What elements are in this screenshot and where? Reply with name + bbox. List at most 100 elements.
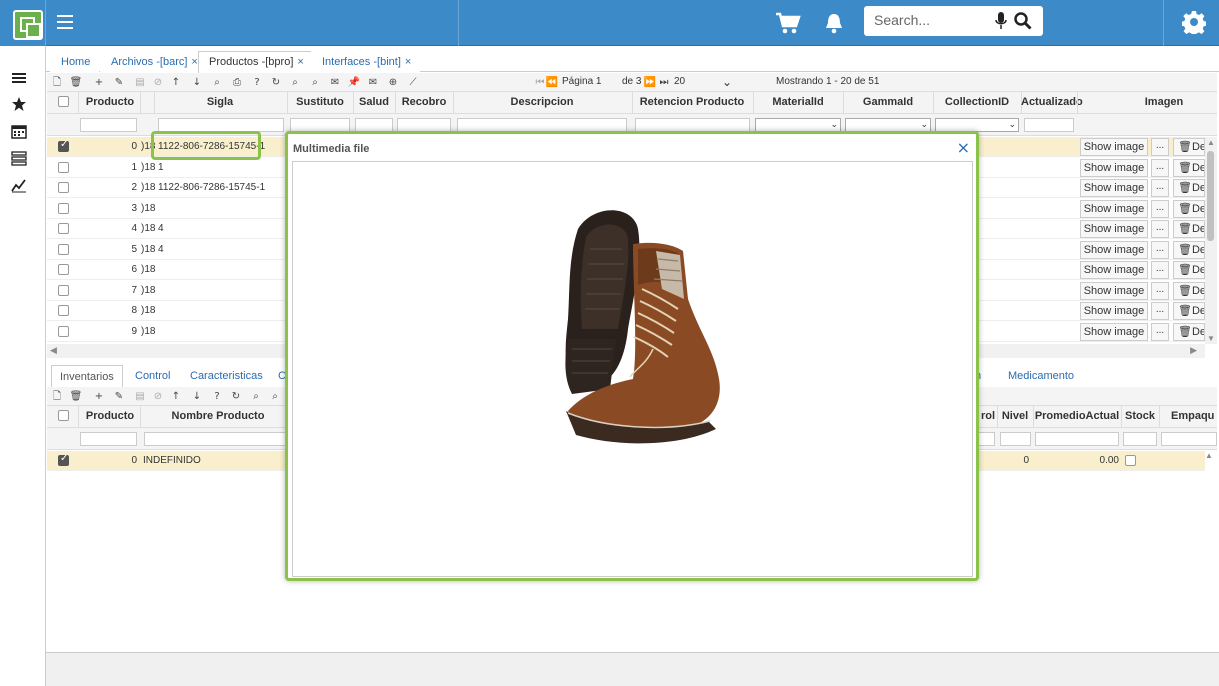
show-image-button[interactable]: Show image	[1080, 179, 1148, 197]
delete-image-button[interactable]: 🗑De	[1173, 220, 1205, 238]
close-icon[interactable]: ×	[405, 56, 411, 68]
col-control-partial[interactable]: rol	[979, 410, 997, 422]
tab-interfaces[interactable]: Interfaces -[bint] ×	[311, 51, 421, 73]
col-recobro[interactable]: Recobro	[395, 96, 453, 108]
tab-archivos[interactable]: Archivos -[barc] ×	[100, 51, 207, 73]
filter-producto[interactable]	[80, 432, 137, 446]
delete-image-button[interactable]: 🗑De	[1173, 158, 1205, 177]
delete-image-button[interactable]: 🗑De	[1173, 240, 1205, 259]
select-all-checkbox[interactable]	[58, 96, 69, 107]
col-promedio-actual[interactable]: PromedioActual	[1033, 410, 1121, 422]
filter-gammaid[interactable]: ⌄	[845, 118, 931, 132]
mail-icon[interactable]: ✉	[366, 76, 380, 89]
close-icon[interactable]: ×	[297, 56, 303, 68]
stock-checkbox[interactable]	[1125, 455, 1136, 466]
scroll-left-icon[interactable]: ◀	[50, 345, 57, 356]
filter-retencion[interactable]	[635, 118, 750, 132]
filter-sustituto[interactable]	[290, 118, 350, 132]
resize-icon[interactable]: ⟋	[406, 76, 420, 89]
filter-promedio[interactable]	[1035, 432, 1119, 446]
more-options-button[interactable]: ...	[1151, 240, 1169, 259]
calendar-icon[interactable]	[11, 123, 27, 139]
col-gammaid[interactable]: GammaId	[843, 96, 933, 108]
new-record-icon[interactable]: 🗋	[50, 76, 64, 89]
close-icon[interactable]: ×	[191, 56, 197, 68]
help-icon[interactable]: ?	[250, 76, 264, 89]
filter-collectionid[interactable]: ⌄	[935, 118, 1019, 132]
delete-image-button[interactable]: 🗑De	[1173, 281, 1205, 300]
filter-materialid[interactable]: ⌄	[755, 118, 841, 132]
pin-icon[interactable]: 📌	[347, 76, 361, 89]
add-icon[interactable]: +	[92, 76, 106, 89]
row-checkbox[interactable]	[58, 182, 69, 193]
filter-nivel[interactable]	[1000, 432, 1031, 446]
filter-recobro[interactable]	[397, 118, 451, 132]
arrow-down-icon[interactable]: ↓	[190, 390, 204, 403]
refresh-icon[interactable]: ↻	[229, 390, 243, 403]
row-checkbox[interactable]	[58, 161, 69, 173]
more-options-button[interactable]: ...	[1151, 158, 1169, 177]
show-image-button[interactable]: Show image	[1080, 199, 1148, 218]
filter-nombre[interactable]	[144, 432, 289, 446]
row-checkbox[interactable]	[58, 284, 69, 296]
filter-control[interactable]	[977, 432, 995, 446]
more-options-button[interactable]: ...	[1151, 302, 1169, 320]
show-image-button[interactable]: Show image	[1080, 281, 1148, 300]
row-checkbox[interactable]	[58, 264, 69, 275]
arrow-up-icon[interactable]: ↑	[169, 76, 183, 89]
show-image-button[interactable]: Show image	[1080, 240, 1148, 259]
app-logo[interactable]	[13, 10, 43, 40]
edit-icon[interactable]: ✎	[112, 390, 126, 403]
show-image-button[interactable]: Show image	[1080, 158, 1148, 177]
filter-descripcion[interactable]	[457, 118, 627, 132]
scroll-up-icon[interactable]: ▲	[1205, 451, 1213, 460]
add-circle-icon[interactable]: ⊕	[386, 76, 400, 89]
scroll-right-icon[interactable]: ▶	[1190, 345, 1197, 356]
row-checkbox[interactable]	[58, 325, 69, 337]
find-icon[interactable]: ⌕	[210, 76, 224, 89]
zoom-in-icon[interactable]: ⌕	[249, 390, 263, 403]
prev-page-icon[interactable]: ⏪	[545, 76, 559, 89]
delete-image-button[interactable]: 🗑De	[1173, 302, 1205, 320]
col-empaque[interactable]: Empaqu	[1159, 410, 1217, 422]
delete-image-button[interactable]: 🗑De	[1173, 179, 1205, 197]
col-stock[interactable]: Stock	[1121, 410, 1159, 422]
filter-stock[interactable]	[1123, 432, 1157, 446]
show-image-button[interactable]: Show image	[1080, 261, 1148, 279]
more-options-button[interactable]: ...	[1151, 179, 1169, 197]
show-image-button[interactable]: Show image	[1080, 302, 1148, 320]
add-icon[interactable]: +	[92, 390, 106, 403]
filter-actualizado[interactable]	[1024, 118, 1074, 132]
col-retencion-producto[interactable]: Retencion Producto	[632, 96, 752, 108]
row-checkbox[interactable]	[58, 305, 69, 316]
col-imagen[interactable]: Imagen	[1117, 96, 1211, 108]
zoom-out-icon[interactable]: ⌕	[268, 390, 282, 403]
more-options-button[interactable]: ...	[1151, 138, 1169, 156]
more-options-button[interactable]: ...	[1151, 261, 1169, 279]
more-options-button[interactable]: ...	[1151, 220, 1169, 238]
cancel-icon[interactable]: ⊘	[151, 76, 165, 89]
col-materialid[interactable]: MaterialId	[753, 96, 843, 108]
edit-icon[interactable]: ✎	[112, 76, 126, 89]
more-options-button[interactable]: ...	[1151, 281, 1169, 300]
row-checkbox[interactable]	[58, 139, 69, 152]
show-image-button[interactable]: Show image	[1080, 322, 1148, 341]
chart-icon[interactable]	[11, 177, 27, 193]
arrow-down-icon[interactable]: ↓	[190, 76, 204, 89]
help-icon[interactable]: ?	[210, 390, 224, 403]
col-producto[interactable]: Producto	[80, 96, 140, 108]
tab-medicamento[interactable]: Medicamento	[1000, 365, 1082, 388]
row-checkbox[interactable]	[58, 453, 69, 466]
col-nivel[interactable]: Nivel	[997, 410, 1033, 422]
row-checkbox[interactable]	[58, 243, 69, 255]
search-input[interactable]	[874, 12, 984, 28]
show-image-button[interactable]: Show image	[1080, 220, 1148, 238]
next-page-icon[interactable]: ⏩	[643, 76, 657, 89]
tasks-icon[interactable]	[11, 150, 27, 166]
tab-inventarios[interactable]: Inventarios	[51, 365, 123, 388]
delete-image-button[interactable]: 🗑De	[1173, 322, 1205, 341]
filter-salud[interactable]	[355, 118, 393, 132]
cart-icon[interactable]	[775, 11, 801, 35]
page-size-select[interactable]: 20 ⌄	[674, 75, 734, 89]
gear-icon[interactable]	[1182, 10, 1206, 34]
